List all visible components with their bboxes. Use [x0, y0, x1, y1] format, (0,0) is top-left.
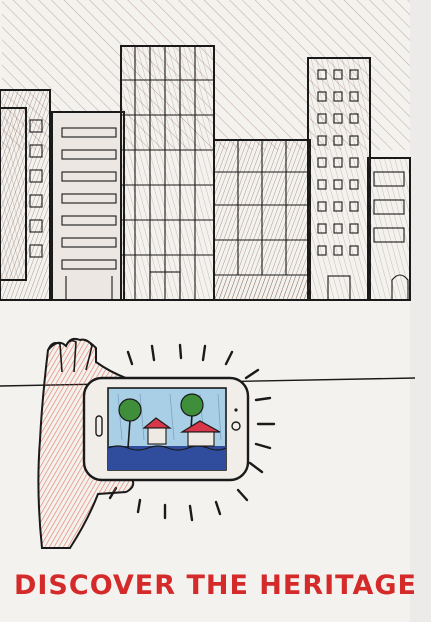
card-edge [410, 0, 431, 622]
heritage-card: DISCOVER THE HERITAGE [0, 0, 431, 622]
building-2 [51, 111, 125, 301]
city-illustration [0, 0, 431, 622]
water [108, 446, 226, 470]
smartphone-icon [82, 376, 250, 482]
building-5 [307, 57, 371, 301]
caption-title: DISCOVER THE HERITAGE [13, 570, 418, 601]
